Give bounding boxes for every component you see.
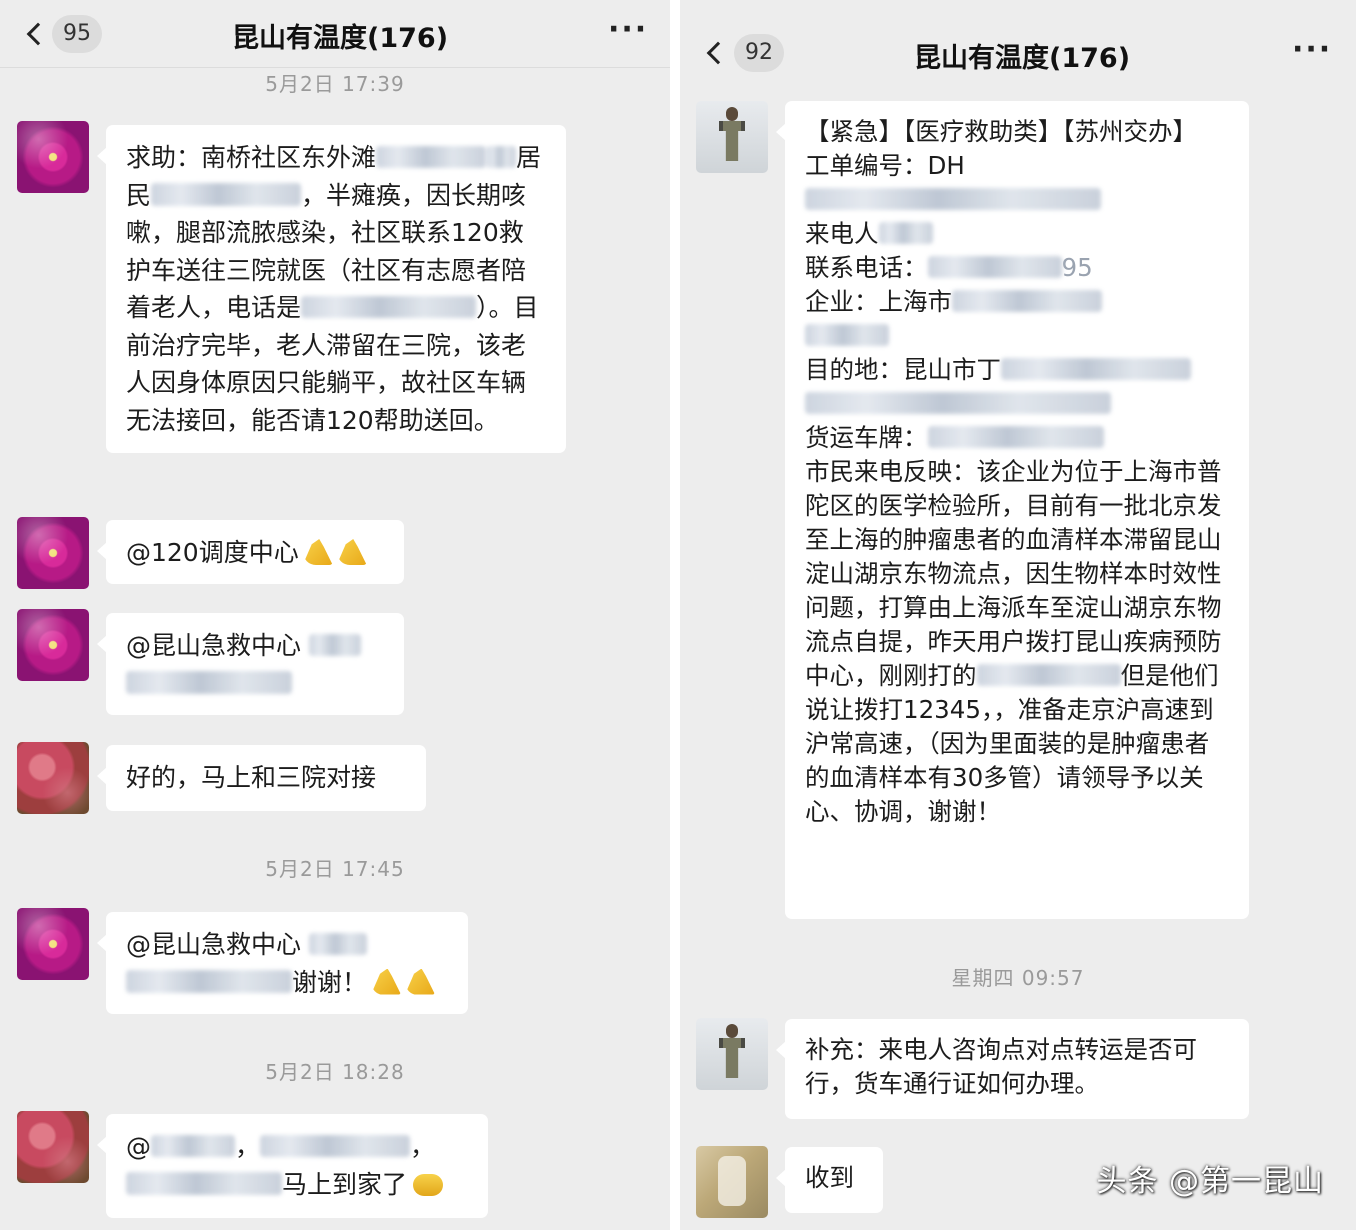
message-bubble[interactable]: 收到	[776, 1147, 883, 1213]
avatar[interactable]	[696, 101, 768, 173]
redacted-text	[308, 633, 361, 656]
chat-title: 昆山有温度(176)	[232, 23, 449, 54]
message-text: @120调度中心	[126, 538, 299, 567]
message-text: 工单编号：DH	[805, 151, 965, 180]
message-bubble[interactable]: 好的，马上和三院对接	[97, 745, 426, 811]
message-bubble[interactable]: @ ， ， 马上到家了	[97, 1114, 488, 1218]
redacted-text	[805, 391, 1111, 414]
message-text: 货运车牌：	[805, 423, 928, 452]
redacted-text	[126, 970, 292, 993]
message-text: 【紧急】【医疗救助类】【苏州交办】	[805, 117, 1197, 146]
chat-window-right: 92 昆山有温度(176) ··· 【紧急】【医疗救助类】【苏州交办】 工单编号…	[680, 0, 1356, 1230]
unread-badge[interactable]: 92	[734, 34, 784, 72]
redacted-text	[376, 145, 487, 168]
redacted-text	[805, 187, 1101, 210]
redacted-text	[151, 183, 302, 206]
message-text: 收到	[805, 1163, 854, 1192]
redacted-text	[952, 289, 1102, 312]
redacted-text	[126, 1172, 282, 1195]
praying-hands-icon	[405, 968, 436, 995]
redacted-text	[976, 663, 1121, 686]
message-bubble[interactable]: @昆山急救中心 谢谢！	[97, 912, 468, 1014]
back-chevron-icon[interactable]	[706, 41, 730, 65]
message-text: 联系电话：	[805, 253, 928, 282]
praying-hands-icon	[336, 539, 367, 565]
chat-header: 95 昆山有温度(176) ···	[0, 0, 670, 68]
timestamp: 星期四 09:57	[951, 966, 1085, 990]
message-text: 来电人	[805, 219, 879, 248]
timestamp: 5月2日 17:39	[265, 72, 405, 96]
redacted-text	[805, 323, 889, 346]
back-chevron-icon[interactable]	[26, 22, 50, 46]
timestamp: 5月2日 18:28	[265, 1060, 405, 1084]
redacted-text	[308, 932, 367, 955]
message-bubble[interactable]: 求助：南桥社区东外滩 居民 ，半瘫痪，因长期咳嗽，腿部流脓感染，社区联系120救护车…	[97, 125, 566, 453]
redacted-text	[927, 425, 1104, 448]
avatar[interactable]	[17, 609, 89, 681]
avatar[interactable]	[696, 1018, 768, 1090]
avatar[interactable]	[17, 517, 89, 589]
chat-header: 92 昆山有温度(176) ···	[680, 0, 1356, 104]
more-icon[interactable]: ···	[608, 15, 648, 45]
avatar[interactable]	[696, 1146, 768, 1218]
avatar[interactable]	[17, 121, 89, 193]
message-bubble[interactable]: @120调度中心	[97, 520, 404, 584]
message-text: 马上到家了	[282, 1169, 408, 1199]
message-text: 目的地：昆山市丁	[805, 355, 1001, 384]
redacted-text	[126, 671, 292, 694]
more-icon[interactable]: ···	[1292, 35, 1332, 65]
message-text: 企业：上海市	[805, 287, 952, 316]
avatar[interactable]	[17, 1111, 89, 1183]
message-text: 95	[1061, 253, 1093, 282]
redacted-text	[1001, 357, 1191, 380]
unread-badge[interactable]: 95	[52, 15, 102, 53]
message-text: ，	[235, 1132, 261, 1161]
redacted-text	[301, 295, 477, 318]
redacted-text	[151, 1134, 235, 1157]
message-text: @昆山急救中心	[126, 631, 309, 660]
chat-title: 昆山有温度(176)	[914, 43, 1131, 74]
watermark: 头条 @第一昆山	[1096, 1164, 1324, 1199]
message-text: @昆山急救中心	[126, 930, 309, 959]
redacted-text	[260, 1134, 411, 1157]
message-text: 谢谢！	[292, 967, 368, 997]
redacted-text	[927, 255, 1062, 278]
message-text: 市民来电反映：该企业为位于上海市普陀区的医学检验所，目前有一批北京发至上海的肿瘤…	[805, 457, 1222, 690]
avatar[interactable]	[17, 742, 89, 814]
message-bubble[interactable]: @昆山急救中心	[97, 613, 404, 715]
praying-hands-icon	[302, 539, 333, 565]
message-text: 好的，马上和三院对接	[126, 763, 377, 792]
message-bubble[interactable]: 补充：来电人咨询点对点转运是否可行，货车通行证如何办理。	[776, 1019, 1249, 1119]
redacted-text	[486, 145, 517, 168]
redacted-text	[878, 221, 933, 244]
message-text: @	[126, 1132, 151, 1161]
message-text: 求助：南桥社区东外滩	[126, 143, 377, 172]
message-text: ，	[410, 1132, 436, 1161]
timestamp: 5月2日 17:45	[265, 857, 405, 881]
handshake-icon	[413, 1173, 444, 1196]
praying-hands-icon	[371, 968, 402, 995]
avatar[interactable]	[17, 908, 89, 980]
chat-window-left: 95 昆山有温度(176) ··· 5月2日 17:39 求助：南桥社区东外滩居…	[0, 0, 670, 1230]
message-bubble[interactable]: 【紧急】【医疗救助类】【苏州交办】 工单编号：DH 来电人 联系电话： 95 企业…	[776, 101, 1249, 919]
message-text: 补充：来电人咨询点对点转运是否可行，货车通行证如何办理。	[805, 1035, 1197, 1098]
